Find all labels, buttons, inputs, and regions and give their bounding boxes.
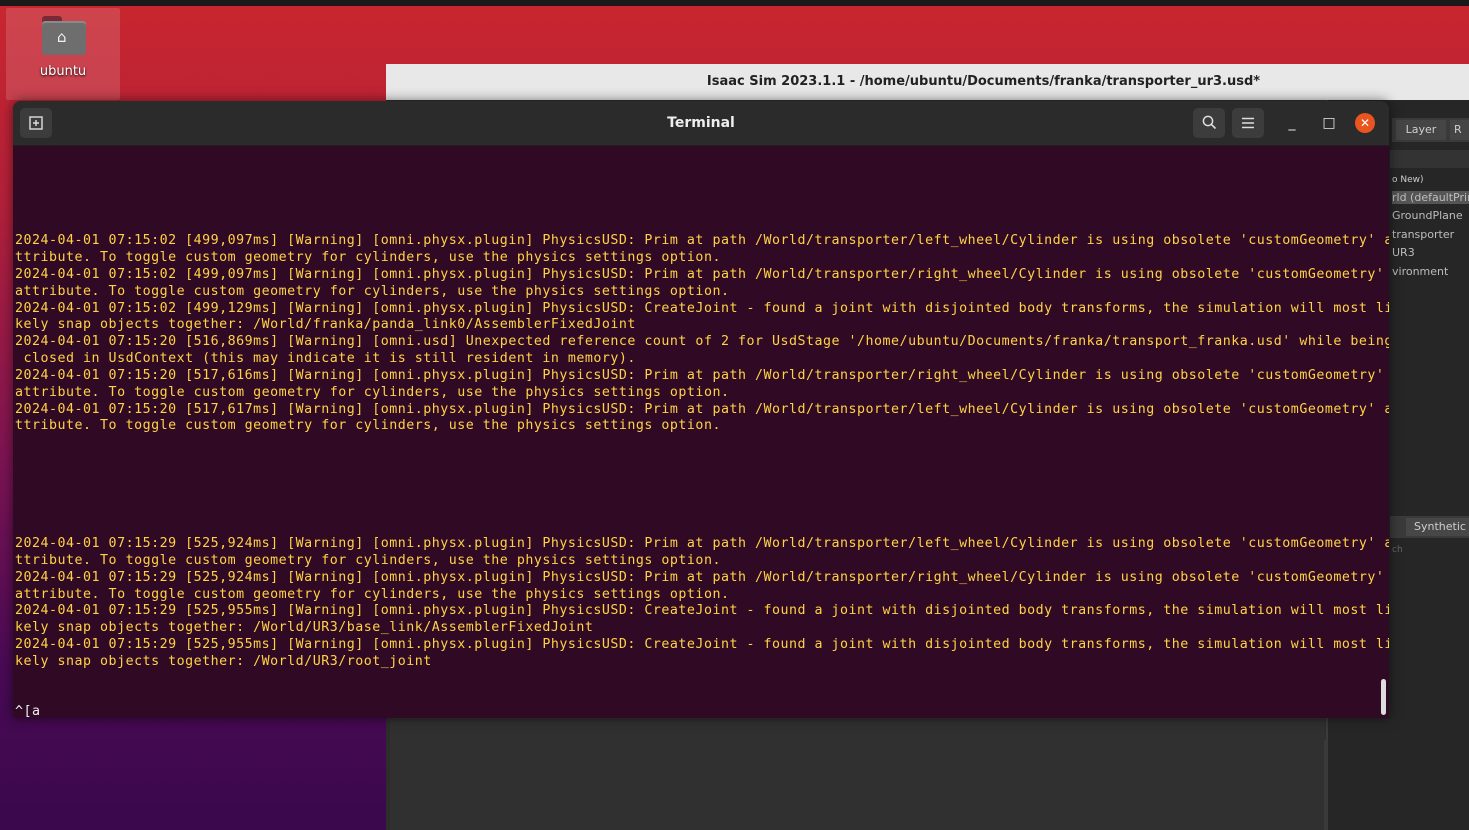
terminal-scrollbar[interactable]: [1381, 679, 1386, 715]
search-button[interactable]: [1193, 108, 1225, 138]
search-icon: [1202, 115, 1216, 130]
terminal-line: ttribute. To toggle custom geometry for …: [15, 418, 721, 433]
terminal-line: 2024-04-01 07:15:02 [499,129ms] [Warning…: [15, 301, 1389, 316]
terminal-window: Terminal _ □ ✕ 2024-04-01 07:15:02 [499,…: [13, 101, 1389, 718]
hamburger-menu-icon: [1242, 117, 1254, 129]
stage-header: [1390, 150, 1469, 168]
top-bar: [0, 0, 1469, 6]
terminal-line: 2024-04-01 07:15:20 [517,616ms] [Warning…: [15, 368, 1385, 383]
terminal-line: attribute. To toggle custom geometry for…: [15, 587, 730, 602]
terminal-line: 2024-04-01 07:15:29 [525,955ms] [Warning…: [15, 603, 1389, 618]
terminal-line: kely snap objects together: /World/UR3/r…: [15, 654, 432, 669]
terminal-output[interactable]: 2024-04-01 07:15:02 [499,097ms] [Warning…: [15, 145, 1389, 718]
terminal-line: ttribute. To toggle custom geometry for …: [15, 553, 721, 568]
minimize-button[interactable]: _: [1280, 111, 1304, 135]
maximize-button[interactable]: □: [1317, 111, 1341, 135]
isaac-sim-title: Isaac Sim 2023.1.1 - /home/ubuntu/Docume…: [706, 74, 1261, 89]
desktop-icon-label: ubuntu: [39, 64, 87, 79]
terminal-title: Terminal: [667, 115, 735, 131]
terminal-line: ttribute. To toggle custom geometry for …: [15, 250, 721, 265]
folder-icon: ⌂: [42, 16, 90, 56]
isaac-sim-titlebar[interactable]: Isaac Sim 2023.1.1 - /home/ubuntu/Docume…: [386, 64, 1469, 100]
bottom-panel-label: ch: [1392, 545, 1403, 555]
terminal-line: attribute. To toggle custom geometry for…: [15, 284, 730, 299]
terminal-line: 2024-04-01 07:15:29 [525,924ms] [Warning…: [15, 536, 1389, 551]
close-button[interactable]: ✕: [1355, 113, 1375, 133]
terminal-headerbar[interactable]: Terminal _ □ ✕: [13, 101, 1389, 146]
stage-item-environment[interactable]: vironment: [1392, 265, 1469, 278]
terminal-line: 2024-04-01 07:15:20 [516,869ms] [Warning…: [15, 334, 1389, 349]
terminal-line: 2024-04-01 07:15:20 [517,617ms] [Warning…: [15, 402, 1389, 417]
terminal-line: closed in UsdContext (this may indicate …: [15, 351, 636, 366]
terminal-line: 2024-04-01 07:15:29 [525,924ms] [Warning…: [15, 570, 1385, 585]
terminal-line: attribute. To toggle custom geometry for…: [15, 385, 730, 400]
home-icon: ⌂: [57, 28, 67, 46]
menu-button[interactable]: [1232, 108, 1264, 138]
terminal-line: 2024-04-01 07:15:29 [525,955ms] [Warning…: [15, 637, 1389, 652]
tab-layer[interactable]: Layer: [1396, 120, 1446, 140]
terminal-line: 2024-04-01 07:15:02 [499,097ms] [Warning…: [15, 267, 1385, 282]
terminal-line: 2024-04-01 07:15:02 [499,097ms] [Warning…: [15, 233, 1389, 248]
desktop-home-folder[interactable]: ⌂ ubuntu: [6, 8, 120, 100]
terminal-line: kely snap objects together: /World/UR3/b…: [15, 620, 594, 635]
stage-header-label: o New): [1392, 175, 1424, 185]
stage-item-transporter[interactable]: transporter: [1392, 228, 1469, 241]
panel-divider[interactable]: [1324, 740, 1328, 830]
terminal-line: kely snap objects together: /World/frank…: [15, 317, 636, 332]
stage-item-world[interactable]: rld (defaultPrim: [1392, 191, 1469, 204]
tab-r[interactable]: R: [1450, 120, 1469, 140]
terminal-prompt-input[interactable]: ^[a: [15, 703, 41, 718]
stage-item-ur3[interactable]: UR3: [1392, 246, 1469, 259]
stage-item-groundplane[interactable]: GroundPlane: [1392, 209, 1469, 222]
tab-synthetic-data[interactable]: Synthetic D: [1406, 518, 1469, 536]
